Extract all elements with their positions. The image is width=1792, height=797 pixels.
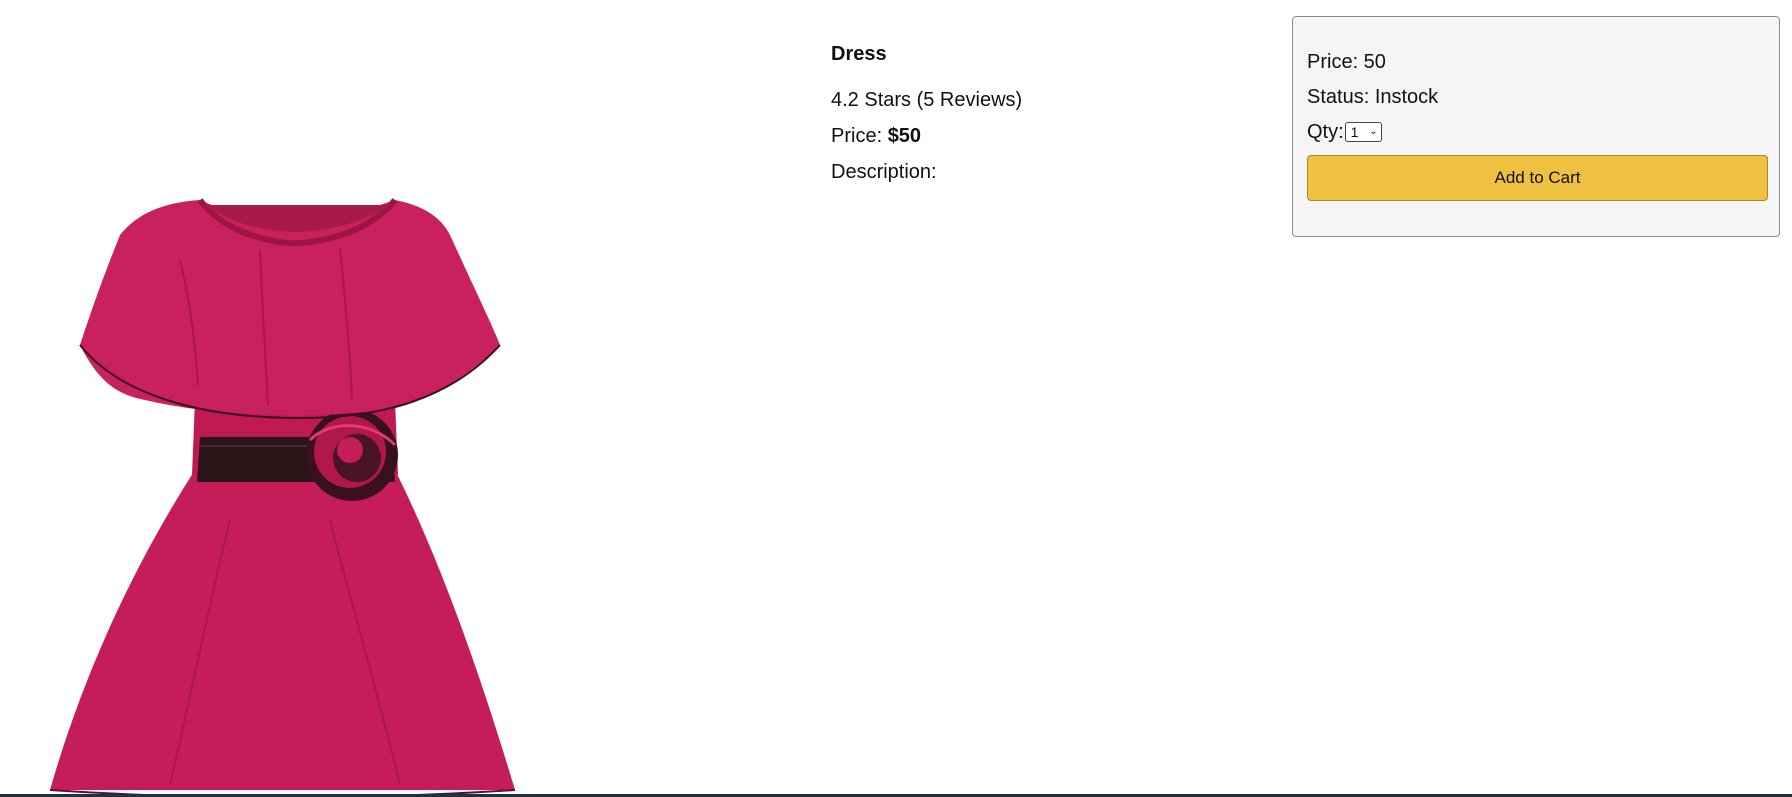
- description-label: Description:: [831, 161, 937, 183]
- purchase-box: Price: 50 Status: Instock Qty: 1 ⌄ Add t…: [1292, 16, 1780, 237]
- product-details: Dress 4.2 Stars (5 Reviews) Price: $50 D…: [831, 40, 1251, 194]
- product-image: [0, 0, 800, 795]
- qty-select[interactable]: 1 ⌄: [1344, 122, 1382, 142]
- box-price: Price: 50: [1307, 51, 1386, 73]
- dress-photo: [49, 198, 516, 795]
- chevron-down-icon: ⌄: [1369, 126, 1378, 137]
- product-page: Dress 4.2 Stars (5 Reviews) Price: $50 D…: [0, 0, 1792, 797]
- qty-row: Qty: 1 ⌄: [1307, 119, 1766, 145]
- product-name: Dress: [831, 43, 887, 65]
- price-value: $50: [887, 125, 922, 147]
- qty-label: Qty:: [1307, 121, 1344, 143]
- price-line: Price: $50: [831, 122, 1251, 150]
- add-to-cart-button[interactable]: Add to Cart: [1307, 155, 1768, 201]
- rating-text: 4.2 Stars (5 Reviews): [831, 89, 1023, 111]
- stock-status: Status: Instock: [1307, 86, 1439, 108]
- price-label: Price:: [831, 125, 888, 147]
- qty-selected-value: 1: [1350, 124, 1359, 140]
